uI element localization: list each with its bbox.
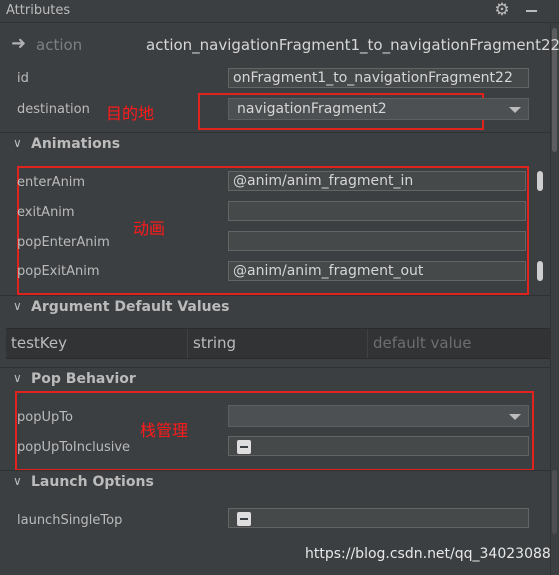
launch-single-top-field[interactable] — [228, 508, 529, 528]
action-id-value: action_navigationFragment1_to_navigation… — [146, 36, 559, 54]
enter-anim-field[interactable]: @anim/anim_fragment_in — [228, 171, 526, 191]
argument-default-value-field[interactable]: default value — [368, 329, 550, 358]
pop-up-to-inclusive-field[interactable] — [228, 436, 529, 456]
section-launch-options[interactable]: ∨ Launch Options — [0, 470, 550, 495]
chevron-down-icon: ∨ — [13, 371, 22, 385]
exit-anim-label: exitAnim — [17, 205, 75, 220]
section-argument-defaults[interactable]: ∨ Argument Default Values — [0, 295, 550, 320]
action-label: action — [36, 36, 83, 54]
chevron-down-icon: ∨ — [13, 299, 22, 313]
argument-type: string — [188, 329, 368, 358]
animations-scroll-indicator[interactable] — [537, 171, 543, 191]
pop-up-to-inclusive-label: popUpToInclusive — [17, 440, 131, 455]
animations-annotation: 动画 — [133, 219, 166, 238]
argument-name: testKey — [6, 329, 188, 358]
pop-exit-anim-label: popExitAnim — [17, 264, 100, 279]
destination-value: navigationFragment2 — [237, 101, 387, 117]
chevron-down-icon — [509, 414, 521, 420]
checkbox-indeterminate-icon[interactable] — [237, 440, 251, 454]
destination-annotation: 目的地 — [106, 104, 155, 123]
enter-anim-label: enterAnim — [17, 175, 86, 190]
pop-exit-anim-field[interactable]: @anim/anim_fragment_out — [228, 261, 526, 281]
id-field[interactable]: onFragment1_to_navigationFragment22 — [228, 68, 529, 88]
section-animations[interactable]: ∨ Animations — [0, 132, 550, 157]
id-label: id — [17, 71, 29, 86]
checkbox-indeterminate-icon[interactable] — [237, 512, 251, 526]
pop-up-to-dropdown[interactable] — [228, 405, 529, 427]
panel-title: Attributes — [6, 3, 71, 18]
gear-icon[interactable]: ⚙ — [492, 0, 512, 20]
destination-label: destination — [17, 102, 90, 117]
minimize-icon[interactable] — [526, 10, 537, 12]
panel-header — [0, 0, 559, 23]
scrollbar-thumb-secondary[interactable] — [552, 470, 557, 534]
argument-table-row: testKey string default value — [6, 328, 550, 359]
pop-behavior-highlight-box — [15, 391, 534, 471]
animations-scroll-indicator-bottom[interactable] — [537, 261, 543, 281]
watermark-url: https://blog.csdn.net/qq_34023088 — [305, 546, 551, 562]
section-title: Argument Default Values — [31, 299, 230, 315]
pop-behavior-annotation: 栈管理 — [140, 421, 189, 440]
section-title: Animations — [31, 136, 121, 152]
pop-enter-anim-label: popEnterAnim — [17, 235, 110, 250]
section-pop-behavior[interactable]: ∨ Pop Behavior — [0, 367, 550, 392]
launch-single-top-label: launchSingleTop — [17, 513, 123, 528]
section-title: Pop Behavior — [31, 371, 136, 387]
chevron-down-icon: ∨ — [13, 136, 22, 150]
section-title: Launch Options — [31, 474, 154, 490]
chevron-down-icon: ∨ — [13, 474, 22, 488]
chevron-down-icon — [509, 107, 521, 113]
arrow-right-icon: ➜ — [11, 33, 27, 54]
pop-up-to-label: popUpTo — [17, 410, 73, 425]
destination-dropdown[interactable]: navigationFragment2 — [228, 98, 529, 120]
pop-enter-anim-field[interactable] — [228, 231, 526, 251]
exit-anim-field[interactable] — [228, 201, 526, 221]
